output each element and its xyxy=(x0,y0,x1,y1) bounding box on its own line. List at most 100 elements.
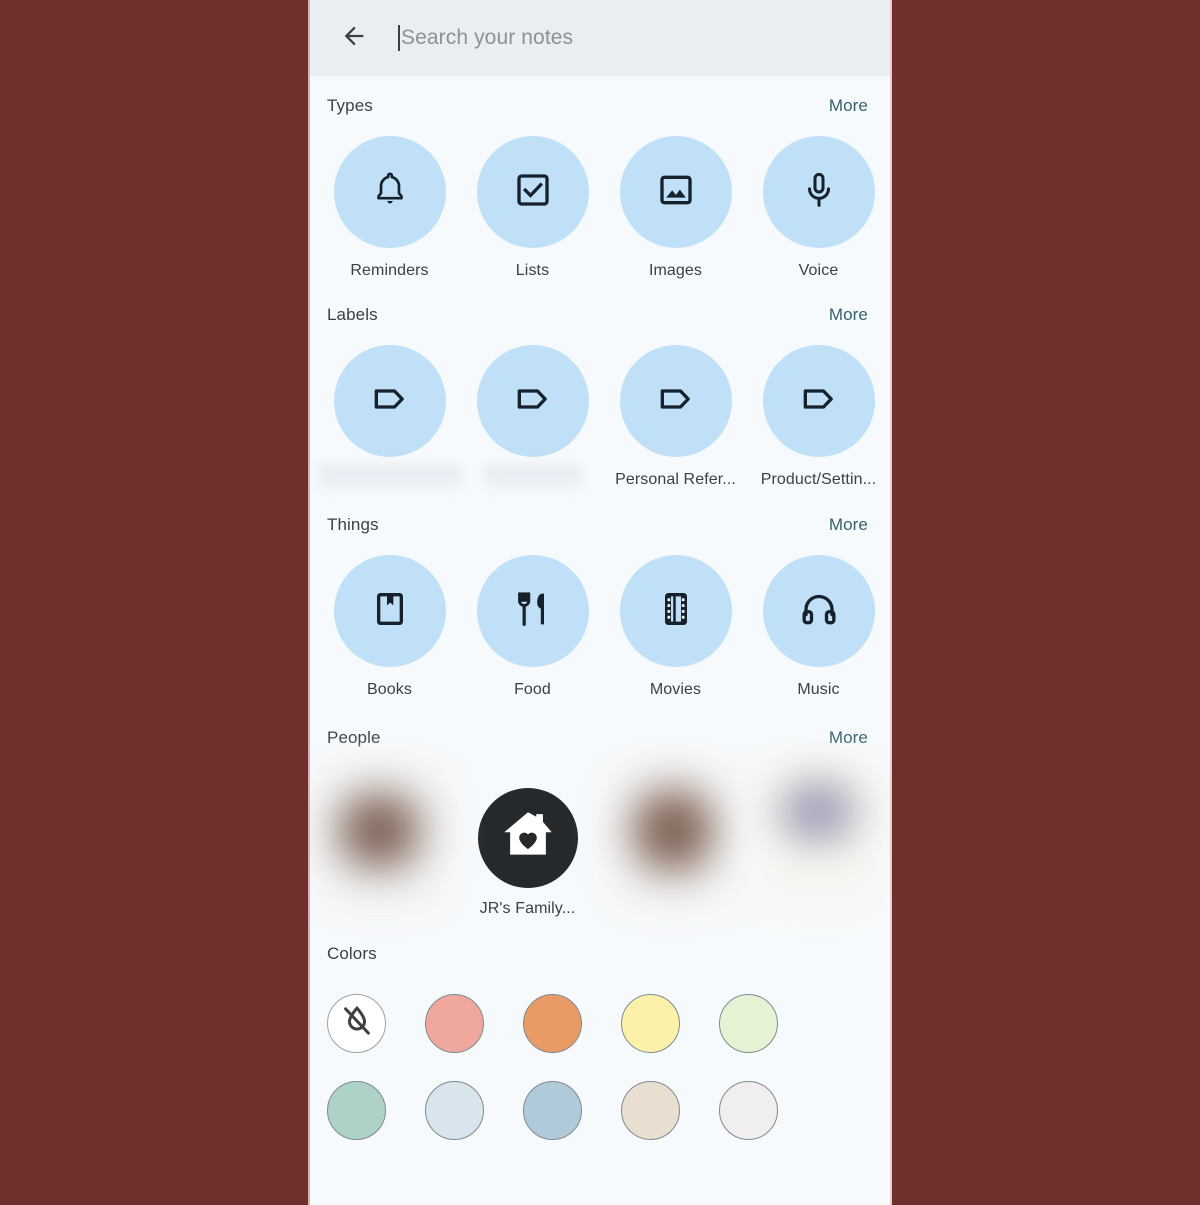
section-header-colors: Colors xyxy=(310,936,890,972)
color-swatch-dusk[interactable] xyxy=(621,1081,680,1140)
chip-label-redacted xyxy=(484,461,581,495)
color-swatch-sage[interactable] xyxy=(327,1081,386,1140)
chip-images[interactable]: Images xyxy=(604,136,747,281)
chip-label-product-settings[interactable]: Product/Settin... xyxy=(747,345,890,495)
label-tag-icon xyxy=(370,379,410,424)
chip-circle xyxy=(476,555,589,667)
chip-label: Lists xyxy=(515,262,550,279)
chip-circle xyxy=(619,345,732,457)
more-link-things[interactable]: More xyxy=(829,515,868,535)
section-title-colors: Colors xyxy=(327,944,377,963)
chip-label-2[interactable] xyxy=(461,345,604,495)
headphones-icon xyxy=(799,589,839,634)
chip-movies[interactable]: Movies xyxy=(604,555,747,700)
person-4[interactable] xyxy=(745,764,890,924)
more-link-people[interactable]: More xyxy=(829,728,868,748)
chip-label-redacted xyxy=(318,461,461,495)
film-strip-icon xyxy=(656,589,696,634)
section-title-things: Things xyxy=(327,515,379,534)
chip-circle xyxy=(619,136,732,248)
chip-circle xyxy=(762,555,875,667)
chip-label: Movies xyxy=(649,681,702,698)
color-swatch-fog[interactable] xyxy=(425,1081,484,1140)
chip-circle xyxy=(476,345,589,457)
swatch-cell xyxy=(621,1067,719,1154)
chip-label: Music xyxy=(797,681,840,698)
chip-label: Reminders xyxy=(350,262,429,279)
screenshot-root: Search your notes Types More Reminders L… xyxy=(0,0,1200,1205)
section-title-labels: Labels xyxy=(327,305,378,324)
house-heart-icon xyxy=(496,804,560,873)
people-row: JR's Family... xyxy=(310,764,890,924)
swatch-cell xyxy=(621,980,719,1067)
color-swatch-coral[interactable] xyxy=(425,994,484,1053)
label-tag-icon xyxy=(513,379,553,424)
chip-circle xyxy=(762,136,875,248)
color-swatch-sand[interactable] xyxy=(621,994,680,1053)
avatar xyxy=(318,764,447,912)
label-tag-icon xyxy=(656,379,696,424)
color-swatch-peach[interactable] xyxy=(523,994,582,1053)
label-tag-icon xyxy=(799,379,839,424)
chip-books[interactable]: Books xyxy=(318,555,461,700)
search-input[interactable]: Search your notes xyxy=(398,16,890,60)
search-placeholder: Search your notes xyxy=(401,26,574,49)
chip-food[interactable]: Food xyxy=(461,555,604,700)
avatar xyxy=(477,788,578,888)
person-1[interactable] xyxy=(310,764,455,924)
checkbox-icon xyxy=(513,170,553,215)
chip-reminders[interactable]: Reminders xyxy=(318,136,461,281)
labels-row: Personal Refer... Product/Settin... xyxy=(310,345,890,495)
chip-lists[interactable]: Lists xyxy=(461,136,604,281)
swatch-cell xyxy=(327,1067,425,1154)
arrow-back-icon xyxy=(340,22,368,55)
chip-voice[interactable]: Voice xyxy=(747,136,890,281)
swatch-cell xyxy=(327,980,425,1067)
color-swatch-storm[interactable] xyxy=(523,1081,582,1140)
person-label: JR's Family... xyxy=(479,900,576,917)
section-header-people: People More xyxy=(310,720,890,756)
chip-label: Personal Refer... xyxy=(615,471,736,488)
chip-label: Food xyxy=(514,681,551,698)
chip-label-personal-reference[interactable]: Personal Refer... xyxy=(604,345,747,495)
things-row: Books Food Movies Music xyxy=(310,555,890,700)
back-button[interactable] xyxy=(332,16,376,60)
section-title-people: People xyxy=(327,728,381,747)
chip-music[interactable]: Music xyxy=(747,555,890,700)
swatch-cell xyxy=(719,980,817,1067)
section-header-types: Types More xyxy=(310,88,890,124)
chip-label: Images xyxy=(648,262,703,279)
chip-circle xyxy=(333,555,446,667)
chip-label: Books xyxy=(367,681,412,698)
person-jrs-family[interactable]: JR's Family... xyxy=(455,764,600,924)
swatch-cell xyxy=(523,980,621,1067)
colors-grid xyxy=(310,980,890,1154)
fork-knife-icon xyxy=(513,589,553,634)
color-swatch-mint[interactable] xyxy=(719,994,778,1053)
chip-circle xyxy=(762,345,875,457)
avatar xyxy=(608,764,737,912)
swatch-cell xyxy=(719,1067,817,1154)
more-link-labels[interactable]: More xyxy=(829,305,868,325)
more-link-types[interactable]: More xyxy=(829,96,868,116)
swatch-cell xyxy=(425,980,523,1067)
chip-label: Product/Settin... xyxy=(760,471,877,488)
avatar xyxy=(753,764,882,912)
swatch-cell xyxy=(523,1067,621,1154)
book-bookmark-icon xyxy=(370,589,410,634)
section-header-labels: Labels More xyxy=(310,297,890,333)
color-swatch-no-color[interactable] xyxy=(327,994,386,1053)
types-row: Reminders Lists Images Voice xyxy=(310,136,890,281)
color-swatch-chalk[interactable] xyxy=(719,1081,778,1140)
chip-label-1[interactable] xyxy=(318,345,461,495)
no-color-icon xyxy=(339,1003,375,1044)
search-bar: Search your notes xyxy=(310,0,890,76)
chip-circle xyxy=(333,345,446,457)
section-header-things: Things More xyxy=(310,507,890,543)
bell-icon xyxy=(370,170,410,215)
microphone-icon xyxy=(799,170,839,215)
person-3[interactable] xyxy=(600,764,745,924)
chip-label: Voice xyxy=(798,262,839,279)
phone-frame: Search your notes Types More Reminders L… xyxy=(308,0,892,1205)
section-title-types: Types xyxy=(327,96,373,115)
